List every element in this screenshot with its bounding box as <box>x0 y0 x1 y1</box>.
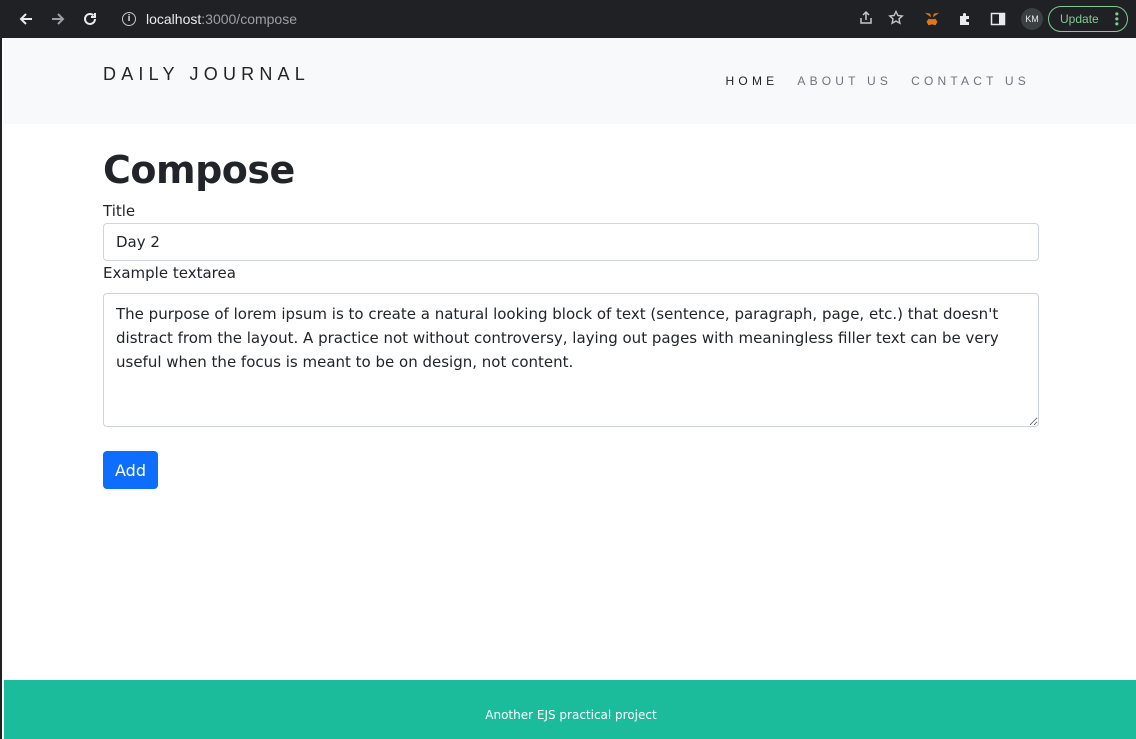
nav-contact-us[interactable]: CONTACT US <box>911 74 1030 88</box>
url-text: localhost:3000/compose <box>146 11 297 27</box>
site-navbar: DAILY JOURNAL HOME ABOUT US CONTACT US <box>4 38 1136 124</box>
main-nav: HOME ABOUT US CONTACT US <box>726 74 1030 88</box>
nav-about-us[interactable]: ABOUT US <box>797 74 892 88</box>
back-button[interactable] <box>10 3 42 35</box>
metamask-fox-icon[interactable] <box>922 9 942 29</box>
add-button[interactable]: Add <box>103 451 158 489</box>
bookmark-star-icon[interactable] <box>888 10 904 26</box>
share-icon[interactable] <box>858 10 874 26</box>
textarea-label: Example textarea <box>103 264 236 282</box>
extensions-puzzle-icon[interactable] <box>955 9 975 29</box>
reload-button[interactable] <box>74 3 106 35</box>
back-arrow-icon <box>19 13 32 25</box>
brand-logo[interactable]: DAILY JOURNAL <box>103 64 310 85</box>
title-input[interactable] <box>103 223 1039 261</box>
forward-arrow-icon <box>52 13 65 25</box>
title-label: Title <box>103 202 136 220</box>
more-menu-icon[interactable]: • • • <box>1115 8 1119 30</box>
url-path: :3000/compose <box>201 11 297 27</box>
update-label: Update <box>1060 12 1099 26</box>
site-footer: Another EJS practical project <box>4 680 1136 739</box>
address-bar[interactable]: i localhost:3000/compose <box>112 5 912 33</box>
post-body-textarea[interactable]: The purpose of lorem ipsum is to create … <box>103 293 1039 427</box>
side-panel-icon[interactable] <box>988 9 1008 29</box>
site-info-icon[interactable]: i <box>122 12 136 26</box>
url-host: localhost <box>146 11 202 27</box>
update-button[interactable]: Update • • • <box>1048 6 1128 32</box>
nav-home[interactable]: HOME <box>726 74 779 88</box>
page-title: Compose <box>103 148 295 192</box>
browser-toolbar: i localhost:3000/compose KM Update • • • <box>2 0 1136 38</box>
profile-avatar[interactable]: KM <box>1021 8 1043 30</box>
footer-text: Another EJS practical project <box>485 707 657 722</box>
forward-button[interactable] <box>42 3 74 35</box>
reload-icon <box>84 12 96 25</box>
